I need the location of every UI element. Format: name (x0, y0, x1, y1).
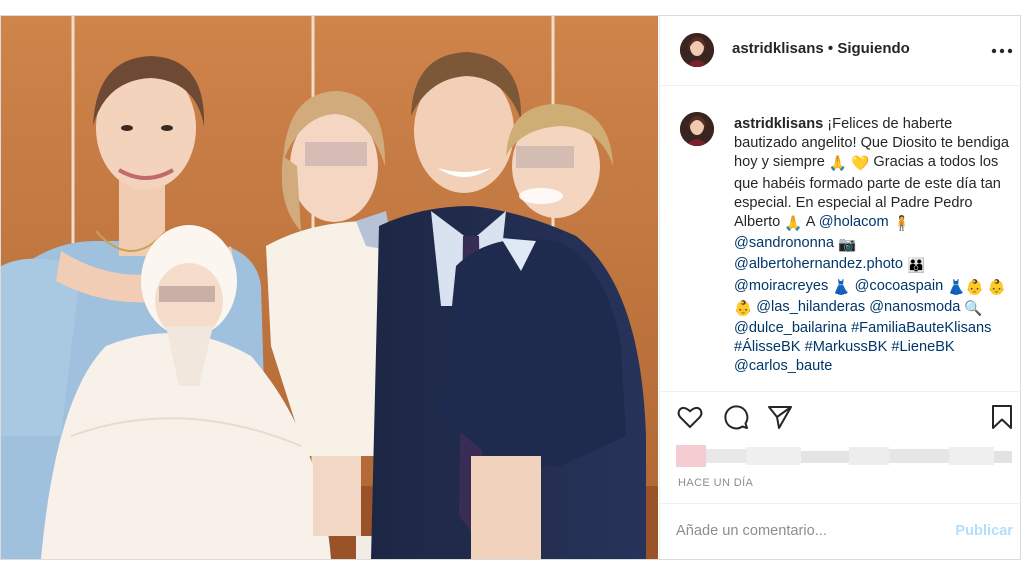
header-username[interactable]: astridklisans (732, 40, 824, 57)
family-photo-illustration (1, 16, 658, 559)
dress-icon: 👗 (947, 279, 966, 296)
mention-link[interactable]: @holacom (819, 214, 889, 230)
hashtag-link[interactable]: #FamiliaBauteKlisans (851, 320, 991, 336)
caption-text: astridklisans ¡Felices de haberte bautiz… (734, 115, 1014, 377)
comment-input[interactable] (676, 520, 936, 542)
mention-link[interactable]: @las_hilanderas (756, 299, 865, 315)
family-icon: 👪 (907, 258, 926, 275)
avatar[interactable] (680, 33, 714, 67)
hashtag-link[interactable]: #LieneBK (891, 339, 954, 355)
mention-link[interactable]: @dulce_bailarina (734, 320, 847, 336)
mention-link[interactable]: @cocoaspain (855, 278, 944, 294)
person-icon: 🧍 (892, 216, 911, 233)
yellow-heart-icon: 💛 (851, 156, 870, 173)
baby-icon: 👶 (734, 300, 753, 317)
avatar-image (680, 33, 714, 67)
baby-icon: 👶 (965, 279, 984, 296)
follow-status-button[interactable]: Siguiendo (837, 40, 910, 57)
praying-hands-icon: 🙏 (784, 216, 803, 233)
post-header: astridklisans • Siguiendo (660, 16, 1021, 86)
mention-link[interactable]: @moiracreyes (734, 278, 828, 294)
baby-icon: 👶 (987, 279, 1006, 296)
comment-bar: Publicar (660, 503, 1021, 559)
comment-icon[interactable] (722, 403, 750, 431)
publish-button[interactable]: Publicar (955, 523, 1013, 539)
caption-text-part: A (802, 214, 819, 231)
post-side-panel: astridklisans • Siguiendo astridklisans … (659, 16, 1021, 559)
post-photo[interactable] (1, 16, 658, 559)
post-timestamp[interactable]: HACE UN DÍA (678, 477, 753, 489)
mention-link[interactable]: @sandrononna (734, 235, 834, 251)
likes-pixelated (674, 441, 1014, 471)
hashtag-link[interactable]: #MarkussBK (805, 339, 888, 355)
magnifying-glass-icon: 🔍 (964, 300, 983, 317)
pixelated-likes-block (676, 445, 1012, 467)
caption-area: astridklisans ¡Felices de haberte bautiz… (660, 86, 1021, 392)
header-separator: • (823, 40, 838, 57)
camera-icon: 📷 (838, 237, 857, 254)
mention-link[interactable]: @carlos_baute (734, 358, 832, 374)
caption-username[interactable]: astridklisans (734, 116, 823, 132)
mention-link[interactable]: @albertohernandez.photo (734, 256, 903, 272)
more-options-icon[interactable] (989, 46, 1015, 56)
instagram-post: astridklisans • Siguiendo astridklisans … (0, 15, 1021, 560)
mention-link[interactable]: @nanosmoda (869, 299, 960, 315)
share-icon[interactable] (766, 403, 794, 431)
praying-hands-icon: 🙏 (828, 156, 848, 173)
heart-icon[interactable] (676, 403, 704, 431)
bookmark-icon[interactable] (988, 403, 1016, 431)
action-bar (660, 393, 1021, 437)
caption-avatar-image (680, 112, 714, 146)
caption-avatar[interactable] (680, 112, 714, 146)
dress-icon: 👗 (832, 279, 851, 296)
header-account-line: astridklisans • Siguiendo (732, 40, 910, 57)
hashtag-link[interactable]: #ÁlisseBK (734, 339, 801, 355)
